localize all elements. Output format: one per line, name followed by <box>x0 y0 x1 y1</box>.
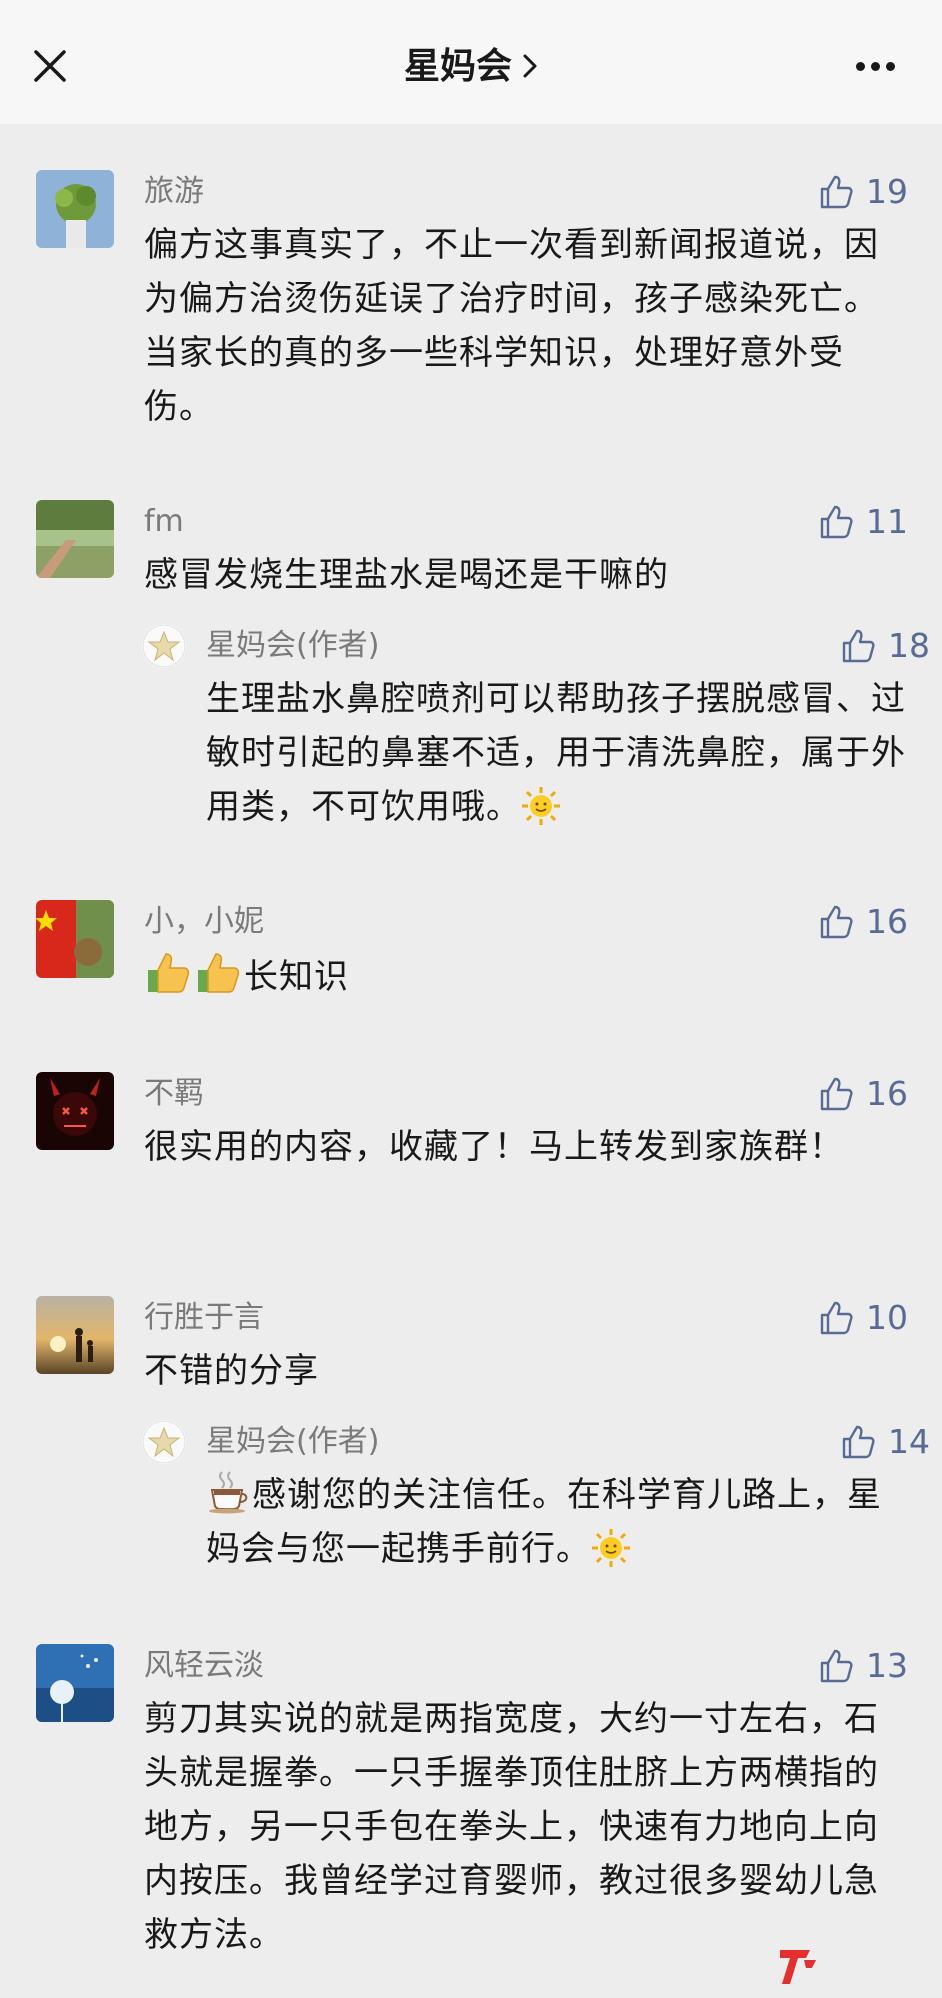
avatar[interactable] <box>36 500 114 578</box>
like-button[interactable]: 11 <box>818 502 908 542</box>
commenter-name[interactable]: 行胜于言 <box>144 1298 264 1338</box>
thumbs-up-icon <box>820 1301 853 1335</box>
page-title[interactable]: 星妈会 <box>0 42 942 92</box>
sun-emoji-icon <box>591 1528 631 1568</box>
reply-text: 感谢您的关注信任。在科学育儿路上，星妈会与您一起携手前行。 <box>206 1468 910 1576</box>
commenter-name[interactable]: 小，小妮 <box>144 902 264 942</box>
commenter-name[interactable]: fm <box>144 502 184 542</box>
commenter-name[interactable]: 不羁 <box>144 1074 204 1114</box>
avatar[interactable] <box>36 1644 114 1722</box>
like-count: 13 <box>866 1646 908 1685</box>
thumbs-up-icon <box>820 1077 853 1111</box>
comment-text: 偏方这事真实了，不止一次看到新闻报道说，因为偏方治烫伤延误了治疗时间，孩子感染死… <box>144 225 879 427</box>
avatar[interactable] <box>36 900 114 978</box>
more-options-icon[interactable] <box>856 56 904 76</box>
like-count: 11 <box>866 502 908 541</box>
like-count: 16 <box>866 1074 908 1113</box>
comment-text: 感冒发烧生理盐水是喝还是干嘛的 <box>144 555 669 595</box>
comment-text: 不错的分享 <box>144 1351 319 1391</box>
like-button[interactable]: 14 <box>840 1422 930 1462</box>
page-title-text: 星妈会 <box>403 46 512 87</box>
avatar[interactable] <box>36 1296 114 1374</box>
like-button[interactable]: 16 <box>818 902 908 942</box>
like-button[interactable]: 16 <box>818 1074 908 1114</box>
comment-text: 长知识 <box>144 948 904 1004</box>
thumbs-up-icon <box>842 629 875 663</box>
like-button[interactable]: 19 <box>818 172 908 212</box>
author-avatar[interactable] <box>142 624 186 668</box>
like-button[interactable]: 13 <box>818 1646 908 1686</box>
tmtpost-watermark <box>776 1938 926 1988</box>
coffee-emoji-icon <box>206 1468 252 1514</box>
avatar[interactable] <box>36 170 114 248</box>
author-avatar[interactable] <box>142 1420 186 1464</box>
like-button[interactable]: 18 <box>840 626 930 666</box>
comment-text: 剪刀其实说的就是两指宽度，大约一寸左右，石头就是握拳。一只手握拳顶住肚脐上方两横… <box>144 1699 879 1955</box>
like-count: 10 <box>866 1298 908 1337</box>
like-count: 19 <box>866 172 908 211</box>
like-count: 16 <box>866 902 908 941</box>
thumbs-up-emoji-icon <box>194 948 242 996</box>
thumbs-up-emoji-icon <box>144 948 192 996</box>
thumbs-up-icon <box>820 905 853 939</box>
top-bar: 星妈会 <box>0 0 942 124</box>
author-name[interactable]: 星妈会(作者) <box>206 626 379 666</box>
thumbs-up-icon <box>820 505 853 539</box>
commenter-name[interactable]: 风轻云淡 <box>144 1646 264 1686</box>
like-button[interactable]: 10 <box>818 1298 908 1338</box>
chevron-right-icon <box>522 43 538 93</box>
thumbs-up-icon <box>842 1425 875 1459</box>
comment-text: 很实用的内容，收藏了！马上转发到家族群！ <box>144 1127 844 1167</box>
avatar[interactable] <box>36 1072 114 1150</box>
commenter-name[interactable]: 旅游 <box>144 172 204 212</box>
thumbs-up-icon <box>820 175 853 209</box>
sun-emoji-icon <box>521 786 561 826</box>
thumbs-up-icon <box>820 1649 853 1683</box>
author-name[interactable]: 星妈会(作者) <box>206 1422 379 1462</box>
like-count: 14 <box>888 1422 930 1461</box>
reply-text: 生理盐水鼻腔喷剂可以帮助孩子摆脱感冒、过敏时引起的鼻塞不适，用于清洗鼻腔，属于外… <box>206 679 906 827</box>
like-count: 18 <box>888 626 930 665</box>
